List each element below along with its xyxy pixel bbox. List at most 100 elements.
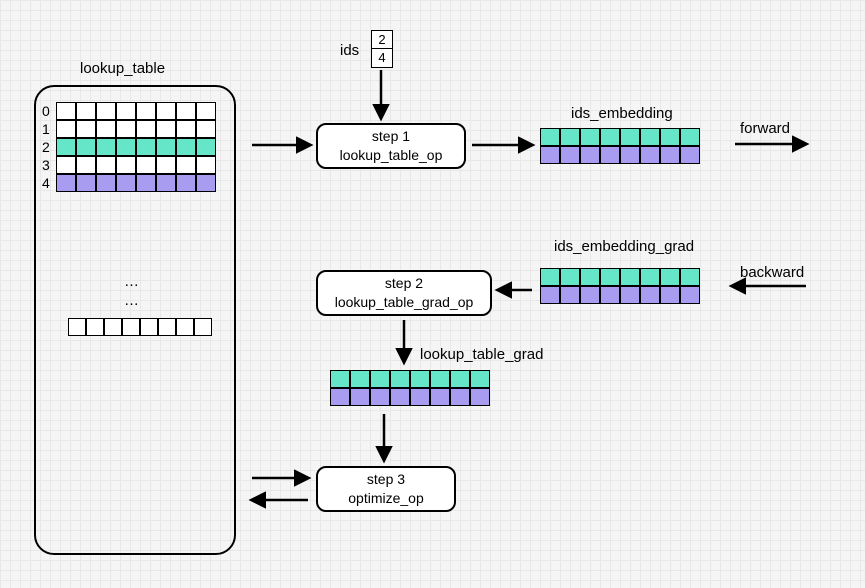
cell (560, 286, 580, 304)
table-row (540, 286, 700, 304)
cell (370, 370, 390, 388)
cell (76, 120, 96, 138)
cell (76, 102, 96, 120)
step1-line2: lookup_table_op (340, 146, 443, 165)
cell (430, 370, 450, 388)
ids-embedding-grid (540, 128, 700, 164)
cell (56, 156, 76, 174)
cell (136, 138, 156, 156)
cell (580, 268, 600, 286)
cell (350, 388, 370, 406)
cell (176, 138, 196, 156)
ids-embedding-label: ids_embedding (571, 105, 673, 122)
cell (660, 128, 680, 146)
cell (136, 156, 156, 174)
cell (680, 268, 700, 286)
cell (330, 370, 350, 388)
cell (56, 102, 76, 120)
ids-box: 2 4 (371, 30, 393, 68)
cell (540, 286, 560, 304)
cell (470, 388, 490, 406)
cell (580, 128, 600, 146)
cell (620, 128, 640, 146)
step3-box: step 3 optimize_op (316, 466, 456, 512)
cell (116, 174, 136, 192)
lookup-table-lower-row (68, 318, 212, 336)
lookup-table-grid (56, 102, 216, 192)
forward-label: forward (740, 120, 790, 137)
cell (640, 286, 660, 304)
cell (660, 268, 680, 286)
ids-label: ids (340, 42, 359, 59)
cell (580, 286, 600, 304)
cell (156, 138, 176, 156)
lookup-table-label: lookup_table (80, 60, 165, 77)
cell (196, 120, 216, 138)
cell (196, 174, 216, 192)
ellipsis-2: … (124, 292, 139, 309)
ids-embedding-grad-label: ids_embedding_grad (554, 238, 694, 255)
cell (136, 102, 156, 120)
cell (410, 370, 430, 388)
row-index-4: 4 (42, 175, 50, 191)
step3-line2: optimize_op (348, 489, 424, 508)
cell (640, 268, 660, 286)
cell (96, 156, 116, 174)
cell (176, 318, 194, 336)
cell (580, 146, 600, 164)
cell (76, 156, 96, 174)
cell (370, 388, 390, 406)
cell (194, 318, 212, 336)
cell (560, 268, 580, 286)
cell (96, 102, 116, 120)
table-row (540, 128, 700, 146)
cell (116, 120, 136, 138)
cell (156, 102, 176, 120)
cell (116, 156, 136, 174)
cell (158, 318, 176, 336)
cell (56, 120, 76, 138)
cell (620, 146, 640, 164)
step1-line1: step 1 (372, 127, 410, 146)
cell (56, 138, 76, 156)
diagram-canvas: lookup_table ids ids_embedding forward i… (0, 0, 865, 588)
cell (540, 146, 560, 164)
ellipsis-1: … (124, 273, 139, 290)
cell (176, 156, 196, 174)
row-index-3: 3 (42, 157, 50, 173)
cell (86, 318, 104, 336)
cell (680, 146, 700, 164)
cell (196, 138, 216, 156)
cell (600, 146, 620, 164)
cell (176, 174, 196, 192)
cell (600, 286, 620, 304)
cell (140, 318, 158, 336)
table-row (56, 174, 216, 192)
ids-embedding-grad-grid (540, 268, 700, 304)
cell (680, 286, 700, 304)
cell (660, 286, 680, 304)
cell (116, 102, 136, 120)
cell (104, 318, 122, 336)
cell (390, 370, 410, 388)
step2-line1: step 2 (385, 274, 423, 293)
cell (116, 138, 136, 156)
cell (660, 146, 680, 164)
cell (330, 388, 350, 406)
cell (560, 128, 580, 146)
cell (156, 156, 176, 174)
cell (76, 138, 96, 156)
cell (620, 286, 640, 304)
table-row (540, 146, 700, 164)
backward-label: backward (740, 264, 804, 281)
lookup-table-grad-grid (330, 370, 490, 406)
cell (68, 318, 86, 336)
cell (176, 102, 196, 120)
cell (540, 128, 560, 146)
cell (640, 146, 660, 164)
step2-box: step 2 lookup_table_grad_op (316, 270, 492, 316)
cell (176, 120, 196, 138)
cell (96, 174, 116, 192)
cell (560, 146, 580, 164)
ids-value-1: 4 (372, 49, 392, 67)
